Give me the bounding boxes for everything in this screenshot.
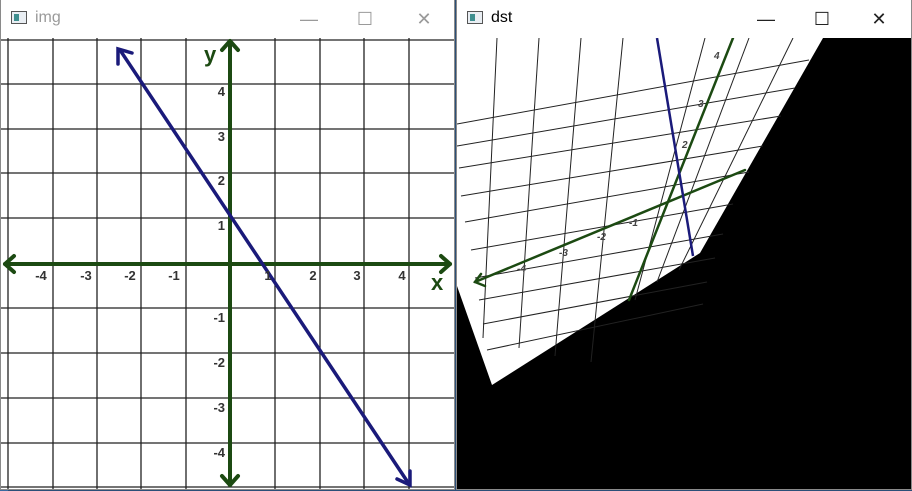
warped-x-tick-label: -3	[559, 248, 568, 259]
y-tick-label: 3	[218, 129, 225, 144]
minimize-button[interactable]: —	[743, 0, 789, 38]
maximize-button[interactable]: ☐	[342, 0, 388, 38]
titlebar-img[interactable]: img — ☐ ✕	[1, 0, 454, 38]
x-tick-label: -2	[124, 268, 136, 283]
x-tick-label: 3	[353, 268, 360, 283]
x-tick-label: 2	[309, 268, 316, 283]
close-button[interactable]: ✕	[856, 0, 902, 38]
image-canvas-img: -4 -3 -2 -1 1 2 3 4 4 3 2 1 -1 -2 -3 -4 …	[1, 38, 454, 489]
app-window-icon	[11, 11, 27, 24]
y-axis-label: y	[204, 42, 217, 67]
window-dst: dst — ☐ ✕ -4 -3 -2 -1 4 3 2	[457, 0, 911, 489]
x-tick-label: 4	[398, 268, 406, 283]
warped-y-tick-label: 4	[713, 51, 720, 62]
x-tick-label: -1	[168, 268, 180, 283]
titlebar-dst[interactable]: dst — ☐ ✕	[457, 0, 911, 38]
window-title: img	[35, 9, 61, 26]
y-tick-label: 4	[218, 84, 226, 99]
close-button[interactable]: ✕	[401, 0, 447, 38]
app-window-icon	[467, 11, 483, 24]
maximize-button[interactable]: ☐	[799, 0, 845, 38]
warped-x-tick-label: -2	[597, 232, 606, 243]
window-title: dst	[491, 9, 513, 26]
image-canvas-dst: -4 -3 -2 -1 4 3 2	[457, 38, 911, 489]
y-tick-label: 2	[218, 173, 225, 188]
y-tick-label: -2	[213, 355, 225, 370]
x-tick-label: 1	[264, 268, 271, 283]
x-tick-label: -3	[80, 268, 92, 283]
y-tick-label: 1	[218, 218, 225, 233]
graph-plot: -4 -3 -2 -1 1 2 3 4 4 3 2 1 -1 -2 -3 -4 …	[1, 38, 454, 489]
warped-image: -4 -3 -2 -1 4 3 2	[457, 38, 911, 489]
minimize-button[interactable]: —	[286, 0, 332, 38]
y-tick-label: -3	[213, 400, 225, 415]
warped-x-tick-label: -4	[517, 264, 526, 275]
y-tick-label: -4	[213, 445, 225, 460]
x-tick-label: -4	[35, 268, 47, 283]
warped-x-tick-label: -1	[629, 218, 638, 229]
y-tick-label: -1	[213, 310, 225, 325]
warped-y-tick-label: 2	[681, 140, 688, 151]
warped-y-tick-label: 3	[698, 99, 704, 110]
window-img: img — ☐ ✕ -4 -3 -2 -1 1 2 3 4 4 3 2 1 -1…	[1, 0, 454, 489]
x-axis-label: x	[431, 270, 444, 295]
